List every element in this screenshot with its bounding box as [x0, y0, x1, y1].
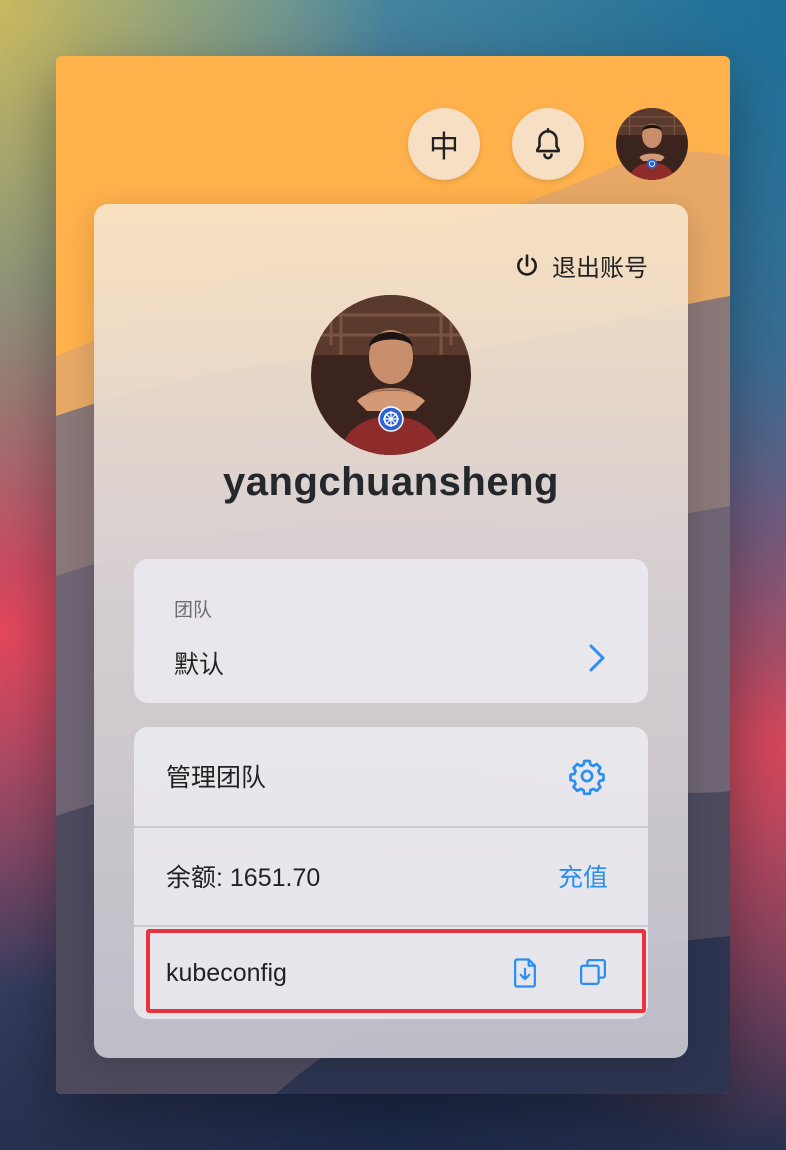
username: yangchuansheng: [223, 460, 559, 504]
language-switch-button[interactable]: 中: [408, 108, 480, 180]
language-label: 中: [429, 131, 459, 164]
avatar-photo-icon: [311, 295, 471, 455]
team-value: 默认: [174, 651, 225, 679]
chevron-right-icon: [589, 644, 605, 672]
manage-team-label: 管理团队: [166, 764, 267, 792]
recharge-button[interactable]: 充值: [558, 858, 608, 894]
logout-label: 退出账号: [552, 255, 648, 282]
gear-icon[interactable]: [568, 757, 606, 795]
user-avatar-small[interactable]: [616, 108, 688, 180]
avatar-photo-icon: [616, 108, 688, 180]
notification-button[interactable]: [512, 108, 584, 180]
highlight-annotation: [146, 929, 646, 1013]
bell-icon: [536, 127, 560, 160]
power-icon: [517, 253, 537, 276]
manage-team-row[interactable]: 管理团队: [134, 727, 648, 825]
user-avatar-large: [311, 295, 471, 455]
balance-row: 余额: 1651.70 充值: [134, 827, 648, 925]
balance-label: 余额: 1651.70: [166, 864, 321, 892]
logout-button[interactable]: 退出账号: [514, 248, 648, 283]
team-label: 团队: [174, 600, 213, 621]
team-selector[interactable]: 团队 默认: [134, 559, 648, 703]
